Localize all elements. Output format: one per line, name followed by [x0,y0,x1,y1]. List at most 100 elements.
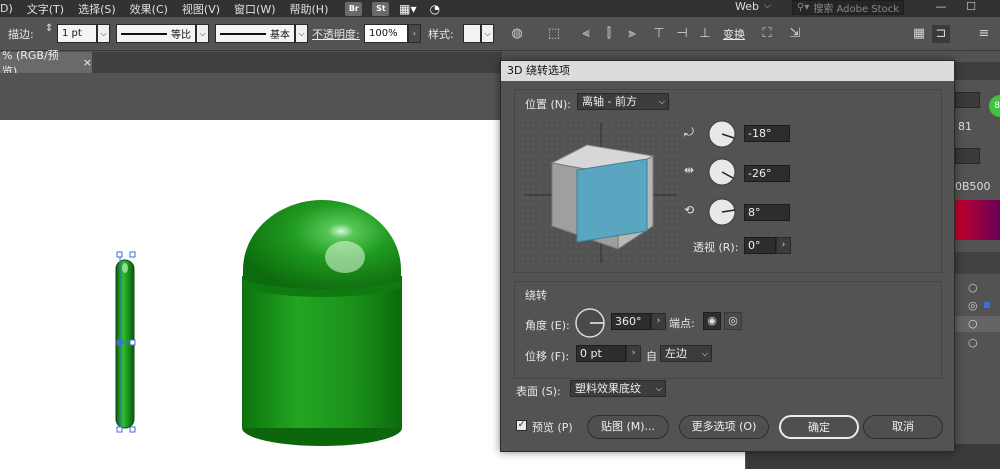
angle-label: 角度 (E): [525,319,570,332]
align-left-icon[interactable]: ⫷ [577,25,595,43]
chevron-down-icon: ⌵ [701,349,708,358]
opacity-label[interactable]: 不透明度: [312,26,360,42]
menu-item-select[interactable]: 选择(S) [71,1,123,17]
surface-value: 塑料效果底纹 [575,382,641,395]
y-axis-rotate-icon: ⇹ [684,163,695,177]
angle-slider-arrow[interactable]: › [651,313,666,330]
stock-button[interactable]: St [372,1,390,16]
brush-dropdown[interactable]: ⌵ [295,24,308,43]
opacity-arrow-icon[interactable]: › [408,24,421,43]
offset-input[interactable]: 0 pt [576,345,626,362]
menu-bar: D) 文字(T) 选择(S) 效果(C) 视图(V) 窗口(W) 帮助(H) B… [0,0,1000,17]
layer-target-icon[interactable]: ○ [968,317,978,330]
z-axis-rotate-icon: ⟲ [684,203,695,217]
x-rotation-dial[interactable] [707,119,737,149]
position-dropdown[interactable]: 离轴 - 前方 ⌵ [577,93,669,110]
from-dropdown[interactable]: 左边 ⌵ [660,345,712,362]
align-center-icon[interactable]: ⫿ [600,25,618,43]
layer-target-icon[interactable]: ○ [968,336,978,349]
bridge-button[interactable]: Br [345,1,363,16]
revolved-3d-object[interactable] [242,200,402,446]
maximize-icon[interactable]: ☐ [960,0,982,14]
menu-item-type[interactable]: 文字(T) [20,1,71,17]
position-label: 位置 (N): [525,98,572,111]
preview-checkbox[interactable]: ✓ [516,420,527,431]
profile-path-selected[interactable] [115,251,136,433]
cap-on-icon[interactable]: ◉ [703,312,721,330]
minimize-icon[interactable]: — [930,0,952,14]
dialog-title: 3D 绕转选项 [501,61,954,81]
gpu-performance-icon[interactable]: ◔ [426,2,443,16]
opacity-input[interactable]: 100% [364,24,408,43]
stroke-weight-input[interactable]: 1 pt [57,24,97,43]
angle-input[interactable]: 360° [611,313,651,330]
performance-badge: 80 [989,95,1000,117]
workspace-switcher[interactable]: Web [735,0,759,13]
select-similar-icon[interactable]: ⇲ [786,25,804,43]
cap-off-icon[interactable]: ◎ [724,312,742,330]
cancel-button[interactable]: 取消 [863,415,943,439]
surface-dropdown[interactable]: 塑料效果底纹 ⌵ [570,380,666,397]
menu-item-help[interactable]: 帮助(H) [283,1,336,17]
map-button[interactable]: 贴图 (M)... [587,415,669,439]
menu-item-view[interactable]: 视图(V) [175,1,227,17]
layer-target-icon[interactable]: ○ [968,281,978,294]
perspective-slider-arrow[interactable]: › [776,237,791,254]
menu-item-object[interactable]: D) [0,2,20,15]
style-dropdown[interactable]: ⌵ [481,24,494,43]
style-label: 样式: [428,28,454,41]
close-icon[interactable]: × [83,56,92,69]
pasteboard [0,73,500,120]
panel-header [955,62,1000,80]
profile-dropdown[interactable]: ⌵ [196,24,209,43]
stroke-weight-dropdown[interactable]: ⌵ [97,24,110,43]
variable-width-profile[interactable]: 等比 [116,24,196,43]
control-bar: 描边: ⇕ 1 pt ⌵ 等比 ⌵ 基本 ⌵ 不透明度: 100% › 样式: … [0,17,1000,51]
brush-definition[interactable]: 基本 [215,24,295,43]
chevron-down-icon: ⌵ [655,384,662,393]
y-rotation-input[interactable]: -26° [744,165,790,182]
hex-color-fragment: 0B500 [955,180,991,193]
graphic-style-swatch[interactable] [463,24,481,43]
perspective-label: 透视 (R): [693,241,739,254]
x-rotation-input[interactable]: -18° [744,125,790,142]
surface-label: 表面 (S): [516,385,561,398]
menu-item-window[interactable]: 窗口(W) [227,1,282,17]
chevron-down-icon[interactable]: ⌵ [764,1,771,11]
z-rotation-dial[interactable] [707,197,737,227]
recolor-artwork-icon[interactable]: ◍ [508,25,526,43]
arrange-documents-icon[interactable]: ▦▾ [399,2,416,16]
align-right-icon[interactable]: ⫸ [623,25,641,43]
arrange-panels-icon[interactable]: ▦ [910,25,928,43]
transform-link[interactable]: 变换 [723,26,745,42]
offset-slider-arrow[interactable]: › [626,345,641,362]
color-spectrum[interactable] [955,200,1000,240]
document-tab[interactable]: % (RGB/预览) × [0,49,92,78]
track-cube[interactable] [521,119,681,267]
align-bottom-icon[interactable]: ⊥ [696,25,714,43]
revolve-options-dialog: 3D 绕转选项 位置 (N): 离轴 - 前方 ⌵ ⤾ -18° ⇹ -26° … [500,60,955,452]
z-rotation-input[interactable]: 8° [744,204,790,221]
perspective-input[interactable]: 0° [744,237,776,254]
angle-dial[interactable] [574,307,606,339]
search-icon: ⚲▾ [797,2,810,13]
stroke-stepper-icon[interactable]: ⇕ [45,23,53,34]
align-top-icon[interactable]: ⊤ [650,25,668,43]
position-value: 离轴 - 前方 [582,95,637,108]
layer-target-icon[interactable]: ◎ [968,299,978,312]
y-rotation-dial[interactable] [707,157,737,187]
tab-strip [92,52,502,73]
panel-field-3[interactable] [955,148,980,164]
brush-line-preview [220,32,266,35]
isolate-group-icon[interactable]: ⛶ [758,25,776,43]
menu-item-effect[interactable]: 效果(C) [123,1,175,17]
panel-field-1[interactable] [955,92,980,108]
control-panel-menu-icon[interactable]: ⊐ [932,25,950,43]
align-to-icon[interactable]: ⬚ [545,25,563,43]
profile-line-preview [121,32,167,35]
align-middle-icon[interactable]: ⊣ [673,25,691,43]
stock-search-field[interactable]: ⚲▾ 搜索 Adobe Stock [792,0,904,15]
more-options-button[interactable]: 更多选项 (O) [679,415,769,439]
ok-button[interactable]: 确定 [779,415,859,439]
panel-menu-icon[interactable]: ≡ [975,25,993,43]
